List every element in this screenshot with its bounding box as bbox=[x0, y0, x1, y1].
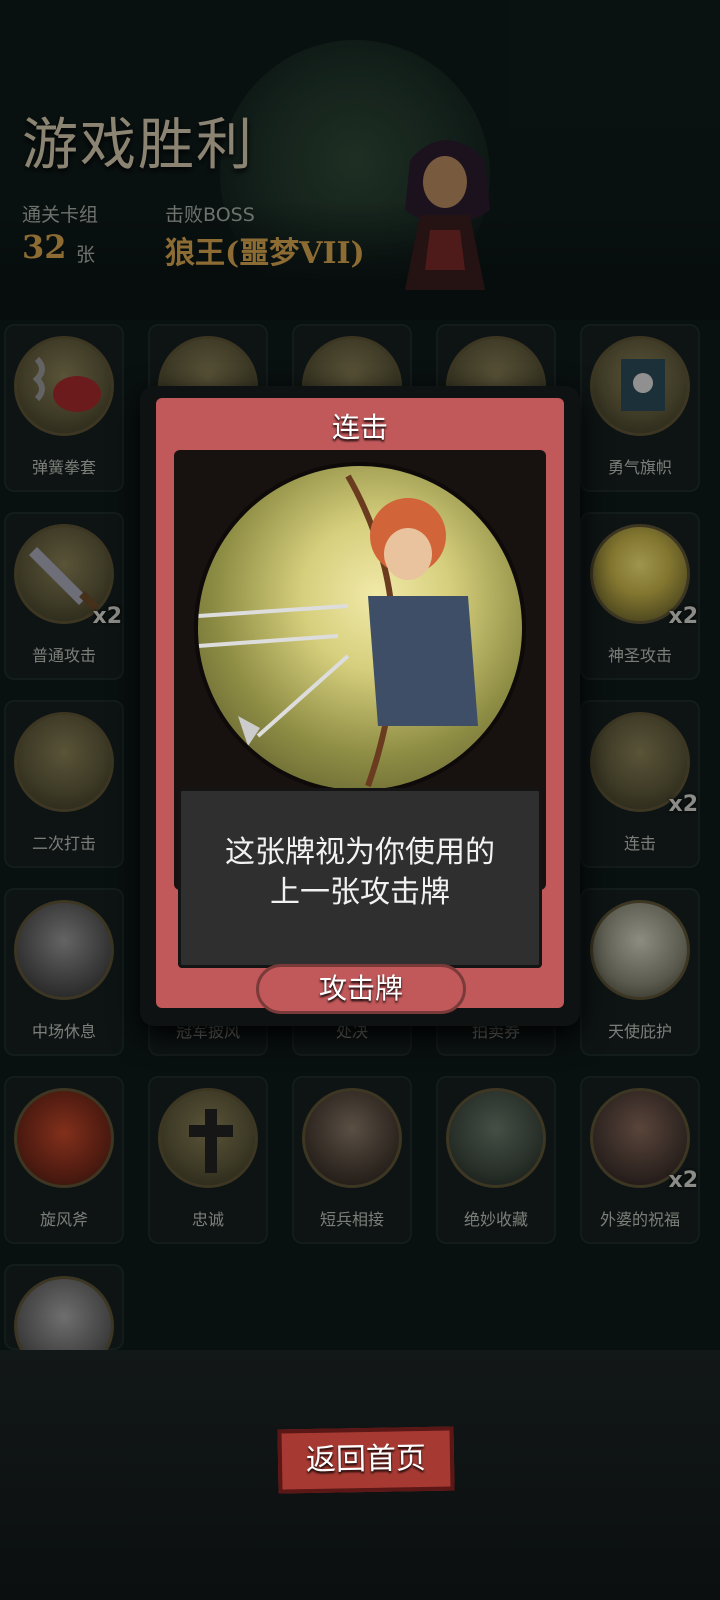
card-item[interactable]: x2 普通攻击 bbox=[4, 512, 124, 680]
whirlwind-axe-icon bbox=[14, 1088, 114, 1188]
card-item[interactable]: x2 连击 bbox=[580, 700, 700, 868]
card-item[interactable]: 弹簧拳套 bbox=[4, 324, 124, 492]
card-title: 连击 bbox=[331, 411, 388, 444]
card-item[interactable]: 天使庇护 bbox=[580, 888, 700, 1056]
card-item[interactable]: 中场休息 bbox=[4, 888, 124, 1056]
card-item[interactable]: 勇气旗帜 bbox=[580, 324, 700, 492]
card-label: 天使庇护 bbox=[607, 1022, 672, 1041]
angel-wings-icon bbox=[590, 900, 690, 1000]
card-label: 短兵相接 bbox=[319, 1210, 384, 1229]
double-strike-icon bbox=[14, 712, 114, 812]
boss-name: 狼王(噩梦VII) bbox=[165, 236, 365, 271]
card-item[interactable]: 忠诚 bbox=[148, 1076, 268, 1244]
card-item[interactable] bbox=[4, 1264, 124, 1350]
card-label: 忠诚 bbox=[191, 1210, 224, 1229]
card-label: 二次打击 bbox=[31, 834, 96, 853]
card-item[interactable]: 短兵相接 bbox=[292, 1076, 412, 1244]
deck-label: 通关卡组 bbox=[22, 204, 99, 226]
card-face: 连击 这张牌视为你使用的 上一张攻击牌 攻击牌 bbox=[156, 398, 564, 1014]
card-type-badge: 攻击牌 bbox=[256, 964, 466, 1014]
spring-glove-icon bbox=[14, 336, 114, 436]
deck-count: 32 bbox=[22, 228, 67, 266]
card-detail-popup[interactable]: 连击 这张牌视为你使用的 上一张攻击牌 攻击牌 bbox=[140, 386, 580, 1026]
card-item[interactable]: 二次打击 bbox=[4, 700, 124, 868]
card-count: x2 bbox=[668, 792, 699, 817]
card-label: 普通攻击 bbox=[31, 646, 96, 665]
card-label: 神圣攻击 bbox=[607, 646, 672, 665]
card-item[interactable]: x2 外婆的祝福 bbox=[580, 1076, 700, 1244]
card-description: 这张牌视为你使用的 上一张攻击牌 bbox=[181, 833, 539, 913]
boss-label: 击败BOSS bbox=[165, 204, 255, 226]
card-label: 旋风斧 bbox=[39, 1210, 88, 1229]
card-label: 绝妙收藏 bbox=[463, 1210, 528, 1229]
card-item[interactable]: x2 神圣攻击 bbox=[580, 512, 700, 680]
card-label: 连击 bbox=[623, 834, 656, 853]
card-label: 外婆的祝福 bbox=[599, 1210, 680, 1229]
card-count: x2 bbox=[668, 604, 699, 629]
return-home-button[interactable]: 返回首页 bbox=[277, 1426, 455, 1494]
card-item[interactable]: 旋风斧 bbox=[4, 1076, 124, 1244]
card-description-line-1: 这张牌视为你使用的 bbox=[225, 835, 495, 870]
mechanism-icon bbox=[14, 1276, 114, 1350]
card-label: 中场休息 bbox=[31, 1022, 96, 1041]
card-art-archer bbox=[194, 462, 526, 794]
card-label: 弹簧拳套 bbox=[31, 458, 96, 477]
card-label: 勇气旗帜 bbox=[607, 458, 672, 477]
card-description-box: 这张牌视为你使用的 上一张攻击牌 bbox=[178, 788, 542, 968]
card-description-line-2: 上一张攻击牌 bbox=[270, 875, 450, 910]
deck-unit: 张 bbox=[76, 244, 96, 266]
rest-knight-icon bbox=[14, 900, 114, 1000]
collection-icon bbox=[446, 1088, 546, 1188]
knight-clash-icon bbox=[302, 1088, 402, 1188]
card-count: x2 bbox=[92, 604, 123, 629]
skull-banner-icon bbox=[590, 336, 690, 436]
card-item[interactable]: 绝妙收藏 bbox=[436, 1076, 556, 1244]
page-title: 游戏胜利 bbox=[22, 113, 254, 178]
card-count: x2 bbox=[668, 1168, 699, 1193]
heroine-portrait bbox=[405, 140, 490, 290]
cross-icon bbox=[158, 1088, 258, 1188]
